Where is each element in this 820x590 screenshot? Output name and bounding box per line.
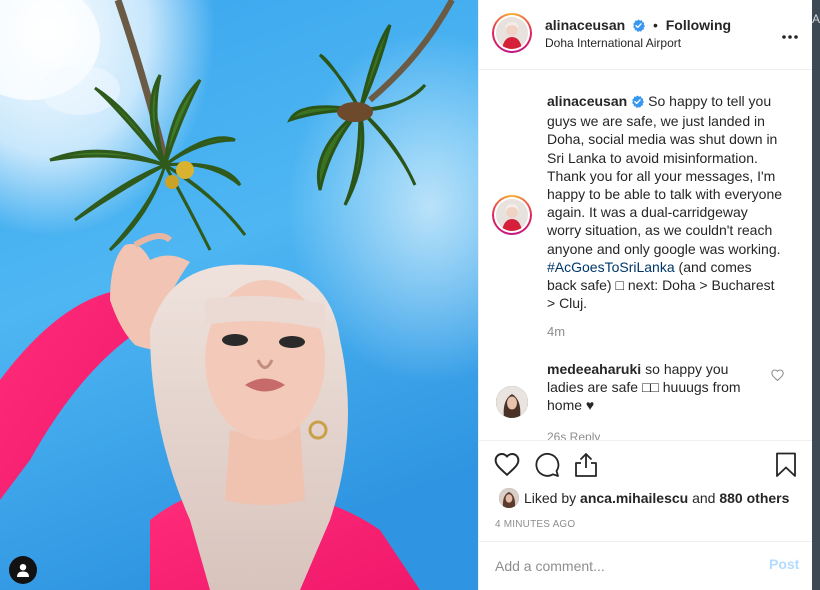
user-tag-icon[interactable]	[9, 556, 37, 584]
comment-item: medeeaharuki so happy you ladies are safe…	[547, 360, 757, 415]
liker-username[interactable]: anca.mihailescu	[580, 490, 688, 506]
comment-like-heart-icon[interactable]	[771, 368, 784, 384]
commenter-avatar[interactable]	[496, 386, 528, 418]
comment-meta: 26s Reply	[547, 430, 600, 440]
follow-status-button[interactable]: Following	[666, 17, 731, 33]
author-avatar[interactable]	[492, 13, 532, 53]
verified-badge-icon	[632, 19, 646, 35]
author-username[interactable]: alinaceusan	[545, 17, 625, 33]
caption-author-avatar[interactable]	[492, 195, 532, 235]
likes-others-link[interactable]: 880 others	[719, 490, 789, 506]
background-strip-text: AI	[812, 12, 820, 26]
caption-hashtag-link[interactable]: #AcGoesToSriLanka	[547, 259, 675, 275]
heart-icon[interactable]	[494, 452, 520, 479]
caption-username[interactable]: alinaceusan	[547, 93, 627, 109]
likes-summary: Liked by anca.mihailescu and 880 others	[524, 490, 789, 506]
post-location[interactable]: Doha International Airport	[545, 36, 681, 50]
liker-avatar[interactable]	[499, 488, 519, 508]
caption-text: So happy to tell you guys we are safe, w…	[547, 93, 783, 257]
post-header: alinaceusan • Following Doha Internation…	[479, 0, 813, 70]
post-comment-button[interactable]: Post	[769, 556, 799, 572]
share-icon[interactable]	[574, 452, 598, 481]
add-comment-bar: Post	[479, 541, 813, 590]
comment-bubble-icon[interactable]	[534, 452, 560, 481]
bookmark-icon[interactable]	[775, 452, 797, 481]
comment-meta-text[interactable]: 26s Reply	[547, 430, 600, 440]
post-timestamp[interactable]: 4 MINUTES AGO	[495, 519, 575, 530]
post-image	[0, 0, 478, 590]
caption-time[interactable]: 4m	[547, 324, 565, 339]
comment-username[interactable]: medeeaharuki	[547, 361, 641, 377]
divider	[479, 440, 813, 441]
verified-badge-icon	[631, 94, 645, 112]
post-photo[interactable]	[0, 0, 478, 590]
background-page-strip	[812, 0, 820, 590]
likes-prefix: Liked by	[524, 490, 577, 506]
comment-input[interactable]	[495, 556, 745, 576]
post-sidebar: alinaceusan • Following Doha Internation…	[478, 0, 813, 590]
more-options-icon[interactable]	[781, 27, 799, 43]
likes-middle: and	[692, 490, 716, 506]
header-line: alinaceusan • Following	[545, 17, 731, 35]
separator-dot: •	[652, 17, 658, 33]
post-caption: alinaceusan So happy to tell you guys we…	[547, 92, 783, 312]
